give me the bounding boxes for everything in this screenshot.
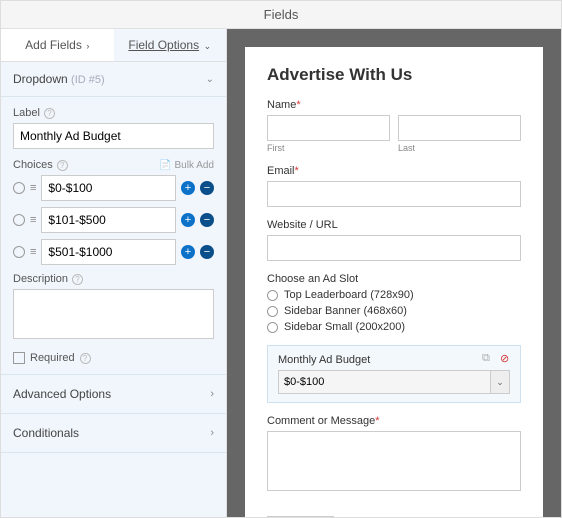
radio-icon <box>267 322 278 333</box>
choice-row: ≡ + − <box>13 207 214 233</box>
adslot-option[interactable]: Sidebar Banner (468x60) <box>267 305 521 317</box>
topbar-title: Fields <box>264 7 299 22</box>
advanced-options-toggle[interactable]: Advanced Options › <box>1 375 226 414</box>
add-choice-button[interactable]: + <box>181 245 195 259</box>
duplicate-icon[interactable]: ⧉ <box>482 352 494 364</box>
chevron-right-icon: › <box>210 427 214 439</box>
help-icon[interactable]: ? <box>57 160 68 171</box>
budget-select[interactable] <box>278 370 490 394</box>
remove-choice-button[interactable]: − <box>200 181 214 195</box>
delete-icon[interactable]: ⊘ <box>500 352 512 364</box>
field-settings: Label? Choices? 📄 Bulk Add ≡ + − ≡ <box>1 97 226 375</box>
drag-handle-icon[interactable]: ≡ <box>30 182 36 194</box>
help-icon[interactable]: ? <box>80 353 91 364</box>
drag-handle-icon[interactable]: ≡ <box>30 246 36 258</box>
email-input[interactable] <box>267 181 521 207</box>
choice-row: ≡ + − <box>13 175 214 201</box>
form-title: Advertise With Us <box>267 65 521 85</box>
chevron-down-icon: ⌄ <box>206 74 214 85</box>
first-name-input[interactable] <box>267 115 390 141</box>
tab-add-fields[interactable]: Add Fields › <box>1 29 114 61</box>
last-name-input[interactable] <box>398 115 521 141</box>
bulk-add-link[interactable]: 📄 Bulk Add <box>159 160 214 171</box>
add-choice-button[interactable]: + <box>181 181 195 195</box>
required-checkbox[interactable] <box>13 352 25 364</box>
remove-choice-button[interactable]: − <box>200 213 214 227</box>
adslot-option[interactable]: Sidebar Small (200x200) <box>267 321 521 333</box>
dropdown-toggle-icon[interactable]: ⌄ <box>490 370 510 394</box>
choice-row: ≡ + − <box>13 239 214 265</box>
choice-default-radio[interactable] <box>13 182 25 194</box>
choice-default-radio[interactable] <box>13 214 25 226</box>
chevron-right-icon: › <box>84 41 90 51</box>
help-icon[interactable]: ? <box>44 108 55 119</box>
form-preview: Advertise With Us Name* First Last Email… <box>245 47 543 517</box>
submit-button[interactable]: Submit <box>267 516 334 517</box>
remove-choice-button[interactable]: − <box>200 245 214 259</box>
selected-field-budget[interactable]: ⧉ ⊘ Monthly Ad Budget ⌄ <box>267 345 521 403</box>
choice-input[interactable] <box>41 175 176 201</box>
help-icon[interactable]: ? <box>72 274 83 285</box>
choice-input[interactable] <box>41 207 176 233</box>
description-textarea[interactable] <box>13 289 214 339</box>
conditionals-toggle[interactable]: Conditionals › <box>1 414 226 453</box>
adslot-option[interactable]: Top Leaderboard (728x90) <box>267 289 521 301</box>
drag-handle-icon[interactable]: ≡ <box>30 214 36 226</box>
chevron-down-icon: ⌄ <box>201 41 211 51</box>
choice-input[interactable] <box>41 239 176 265</box>
radio-icon <box>267 306 278 317</box>
preview-area: Advertise With Us Name* First Last Email… <box>227 29 561 517</box>
left-panel: Add Fields › Field Options ⌄ Dropdown (I… <box>1 29 227 517</box>
add-choice-button[interactable]: + <box>181 213 195 227</box>
label-input[interactable] <box>13 123 214 149</box>
comment-textarea[interactable] <box>267 431 521 491</box>
website-input[interactable] <box>267 235 521 261</box>
chevron-right-icon: › <box>210 388 214 400</box>
top-bar: Fields <box>1 1 561 29</box>
choice-default-radio[interactable] <box>13 246 25 258</box>
radio-icon <box>267 290 278 301</box>
tab-field-options[interactable]: Field Options ⌄ <box>114 29 227 61</box>
field-header[interactable]: Dropdown (ID #5) ⌄ <box>1 62 226 97</box>
